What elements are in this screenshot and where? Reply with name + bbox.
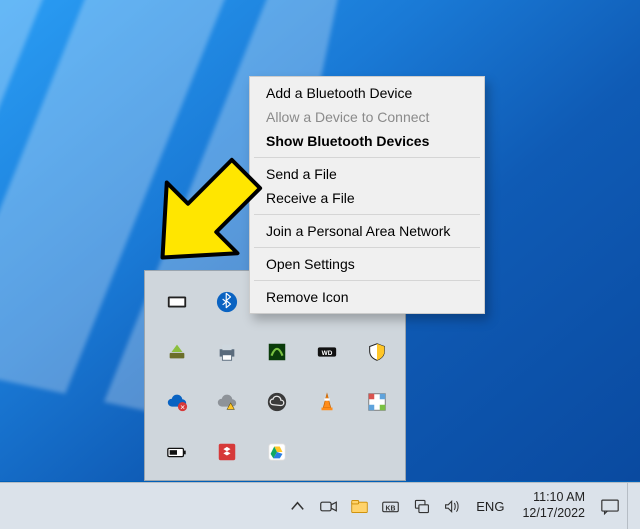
creative-cloud-icon[interactable] xyxy=(255,380,299,424)
taskbar: KB ENG 11:10 AM 12/17/2022 xyxy=(0,482,640,529)
menu-item-remove-icon[interactable]: Remove Icon xyxy=(252,285,482,309)
clock-date: 12/17/2022 xyxy=(522,506,585,522)
keyboard-ui-icon[interactable] xyxy=(155,280,199,324)
nvidia-experience-icon[interactable] xyxy=(255,330,299,374)
google-drive-icon[interactable] xyxy=(255,430,299,474)
svg-text:WD: WD xyxy=(322,350,333,357)
menu-item-allow-a-device-to-connect: Allow a Device to Connect xyxy=(252,105,482,129)
menu-separator xyxy=(254,247,480,248)
menu-item-add-a-bluetooth-device[interactable]: Add a Bluetooth Device xyxy=(252,81,482,105)
menu-item-send-a-file[interactable]: Send a File xyxy=(252,162,482,186)
svg-text:✕: ✕ xyxy=(180,404,185,411)
cloud-warning-icon[interactable] xyxy=(205,380,249,424)
show-desktop-button[interactable] xyxy=(627,483,636,529)
menu-item-join-a-personal-area-network[interactable]: Join a Personal Area Network xyxy=(252,219,482,243)
language-text: ENG xyxy=(476,499,504,514)
menu-item-show-bluetooth-devices[interactable]: Show Bluetooth Devices xyxy=(252,129,482,153)
taskbar-clock[interactable]: 11:10 AM 12/17/2022 xyxy=(512,490,593,521)
clock-time: 11:10 AM xyxy=(533,490,585,506)
menu-item-receive-a-file[interactable]: Receive a File xyxy=(252,186,482,210)
tray-empty-slot xyxy=(355,430,399,474)
menu-separator xyxy=(254,157,480,158)
menu-separator xyxy=(254,280,480,281)
dropbox-icon[interactable] xyxy=(205,430,249,474)
language-indicator[interactable]: ENG xyxy=(468,483,512,529)
tray-empty-slot xyxy=(305,430,349,474)
vlc-icon[interactable] xyxy=(305,380,349,424)
menu-separator xyxy=(254,214,480,215)
volume-icon[interactable] xyxy=(437,483,468,529)
touch-keyboard-icon[interactable]: KB xyxy=(375,483,406,529)
battery-indicator-icon[interactable] xyxy=(155,430,199,474)
eject-device-icon[interactable] xyxy=(155,330,199,374)
defender-icon[interactable] xyxy=(355,330,399,374)
wd-drive-icon[interactable]: WD xyxy=(305,330,349,374)
svg-text:KB: KB xyxy=(386,505,396,512)
onedrive-error-icon[interactable]: ✕ xyxy=(155,380,199,424)
notifications-button[interactable] xyxy=(593,483,627,529)
printer-icon[interactable] xyxy=(205,330,249,374)
menu-item-open-settings[interactable]: Open Settings xyxy=(252,252,482,276)
file-explorer-icon[interactable] xyxy=(344,483,375,529)
bluetooth-context-menu[interactable]: Add a Bluetooth DeviceAllow a Device to … xyxy=(249,76,485,314)
meet-now-icon[interactable] xyxy=(313,483,344,529)
network-icon[interactable] xyxy=(406,483,437,529)
show-hidden-icons-chevron[interactable] xyxy=(282,483,313,529)
bluetooth-icon[interactable] xyxy=(205,280,249,324)
pixel-app-icon[interactable] xyxy=(355,380,399,424)
